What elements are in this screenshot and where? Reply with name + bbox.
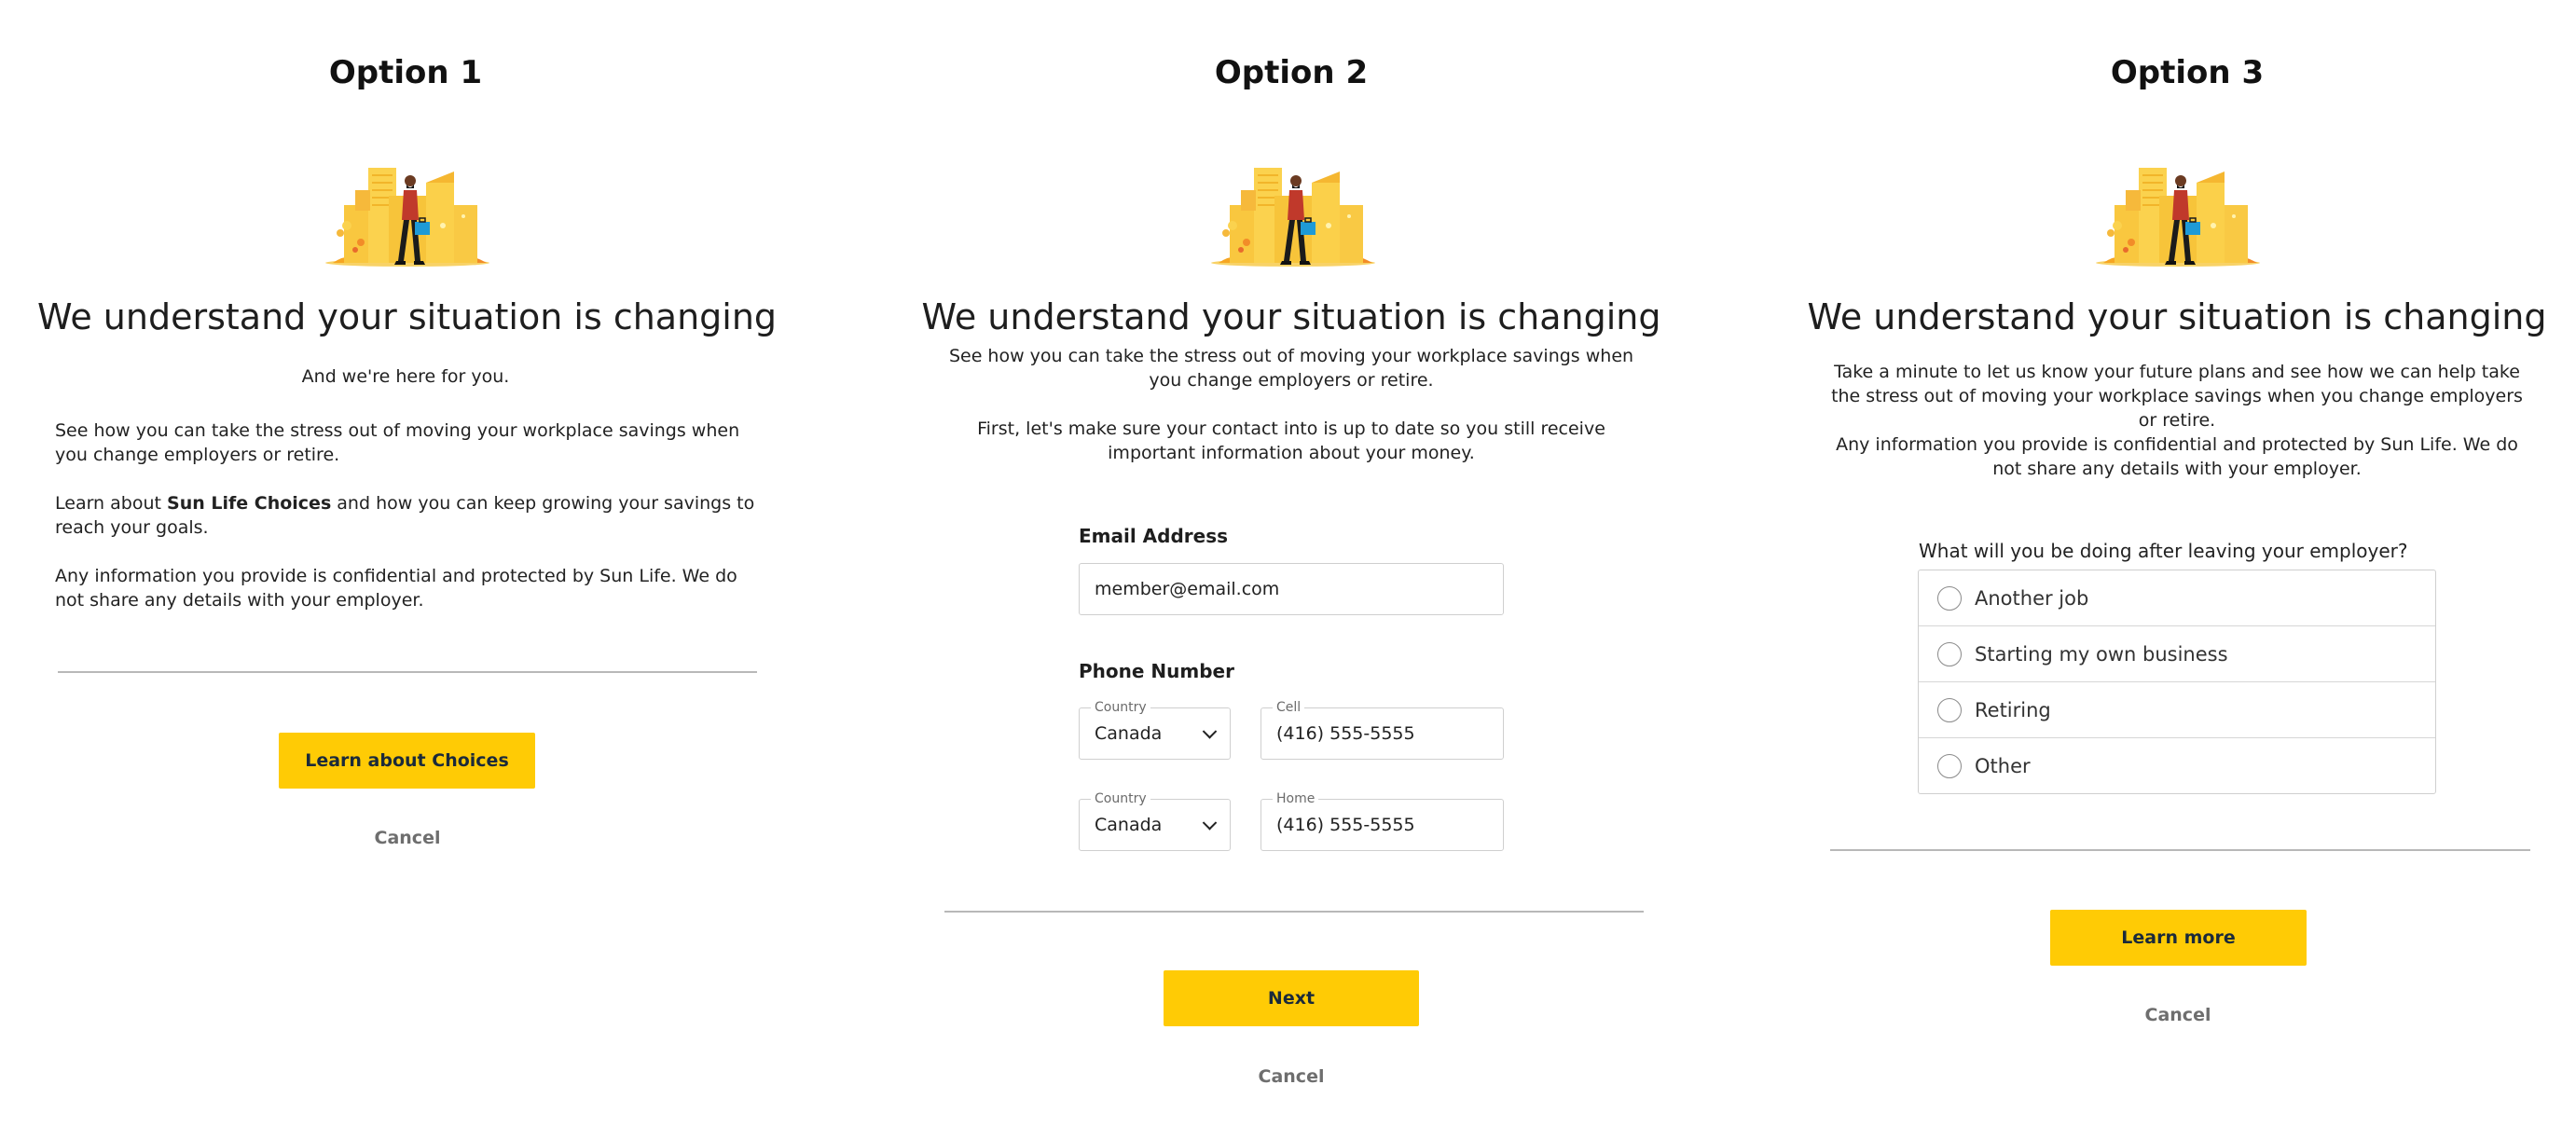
option2-paragraph-1: See how you can take the stress out of m… [948, 346, 1634, 391]
cell-phone-value: (416) 555-5555 [1276, 723, 1415, 744]
option1-paragraph-2-prefix: Learn about [55, 493, 168, 514]
country-label: Country [1091, 700, 1150, 715]
option1-paragraph-1: See how you can take the stress out of m… [55, 420, 740, 465]
radio-option-own-business[interactable]: Starting my own business [1919, 626, 2435, 682]
home-label: Home [1273, 791, 1319, 806]
home-phone-input[interactable]: Home (416) 555-5555 [1260, 791, 1504, 851]
radio-button[interactable] [1937, 641, 1962, 666]
email-input[interactable]: member@email.com [1079, 563, 1504, 615]
radio-option-retiring[interactable]: Retiring [1919, 682, 2435, 738]
option3-headline: We understand your situation is changing [1807, 296, 2547, 337]
option1-headline: We understand your situation is changing [37, 296, 778, 337]
cell-label: Cell [1273, 700, 1305, 715]
country-label: Country [1091, 791, 1150, 806]
home-phone-value: (416) 555-5555 [1276, 815, 1415, 835]
option2-divider [944, 911, 1644, 913]
radio-button[interactable] [1937, 585, 1962, 611]
phone-number-label: Phone Number [1079, 660, 1234, 682]
radio-button[interactable] [1937, 697, 1962, 722]
email-address-label: Email Address [1079, 525, 1229, 547]
radio-option-other[interactable]: Other [1919, 738, 2435, 793]
option2-headline: We understand your situation is changing [921, 296, 1661, 337]
person-walking-city-illustration [2094, 168, 2262, 267]
country-select-home[interactable]: Country Canada [1079, 791, 1231, 851]
option1-cancel-button[interactable]: Cancel [314, 828, 501, 848]
option1-subheadline: And we're here for you. [301, 366, 510, 387]
chevron-down-icon [1202, 816, 1218, 831]
learn-more-button[interactable]: Learn more [2050, 910, 2307, 966]
person-walking-city-illustration [1209, 168, 1377, 267]
option2-cancel-button[interactable]: Cancel [1198, 1066, 1384, 1087]
option3-paragraph-1: Take a minute to let us know your future… [1831, 362, 2523, 431]
sun-life-choices-text: Sun Life Choices [167, 493, 332, 514]
person-walking-city-illustration [324, 168, 491, 267]
option3-divider [1830, 849, 2530, 851]
radio-label: Other [1975, 754, 2031, 777]
option1-divider [58, 671, 757, 673]
radio-button[interactable] [1937, 753, 1962, 778]
radio-label: Starting my own business [1975, 642, 2228, 666]
option1-paragraph-2: Learn about Sun Life Choices and how you… [55, 491, 764, 540]
option2-paragraph-2: First, let's make sure your contact into… [977, 419, 1605, 463]
option3-cancel-button[interactable]: Cancel [2085, 1005, 2271, 1025]
future-plans-radio-group: Another job Starting my own business Ret… [1918, 570, 2436, 794]
future-plans-question: What will you be doing after leaving you… [1919, 540, 2408, 562]
option1-title: Option 1 [328, 54, 483, 91]
option1-paragraph-3: Any information you provide is confident… [55, 566, 737, 611]
radio-label: Retiring [1975, 698, 2051, 721]
country-value: Canada [1095, 815, 1163, 835]
next-button[interactable]: Next [1164, 970, 1419, 1026]
chevron-down-icon [1202, 724, 1218, 739]
cell-phone-input[interactable]: Cell (416) 555-5555 [1260, 700, 1504, 760]
option3-paragraph-2: Any information you provide is confident… [1836, 434, 2518, 479]
country-value: Canada [1095, 723, 1163, 744]
radio-option-another-job[interactable]: Another job [1919, 570, 2435, 626]
learn-about-choices-button[interactable]: Learn about Choices [279, 733, 535, 789]
option2-title: Option 2 [1214, 54, 1369, 91]
option3-title: Option 3 [2110, 54, 2265, 91]
radio-label: Another job [1975, 586, 2089, 610]
country-select-cell[interactable]: Country Canada [1079, 700, 1231, 760]
